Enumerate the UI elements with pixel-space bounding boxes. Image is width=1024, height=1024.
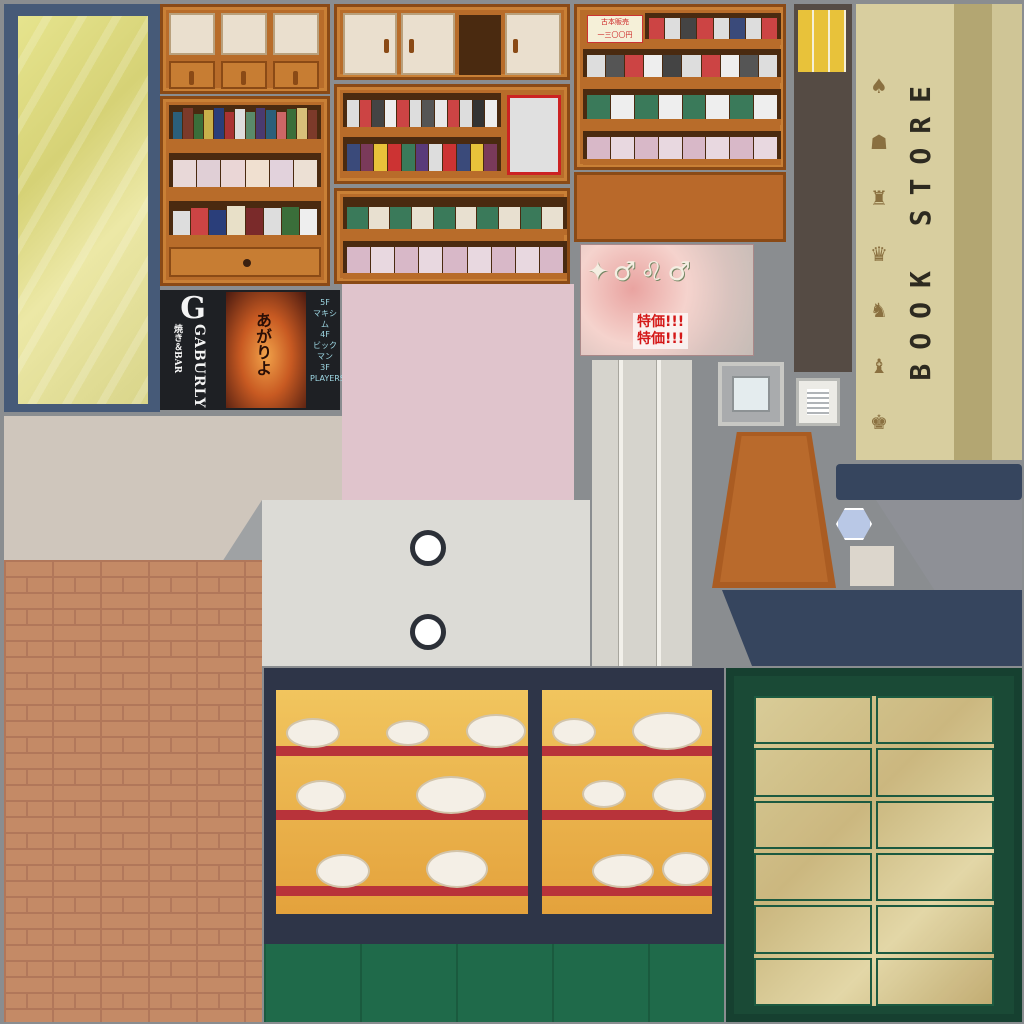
display-pane-left xyxy=(276,690,528,914)
brand-initial: G xyxy=(180,291,206,326)
sale-line: 特価!!! xyxy=(637,314,685,330)
drawer xyxy=(273,61,319,89)
book-store-text: BOOK STORE xyxy=(904,72,937,381)
round-lamp xyxy=(410,614,446,650)
shelf-row xyxy=(583,49,781,83)
directory-tenant: ビックマン xyxy=(313,341,337,361)
window-glass xyxy=(18,16,148,404)
price-tag-card: 古本販売 一三〇〇円 xyxy=(587,15,643,43)
green-shop-window xyxy=(726,668,1022,1022)
cabinet-top-middle xyxy=(334,4,570,80)
chess-icon: ♛ xyxy=(870,242,888,266)
cabinet-door xyxy=(221,13,267,55)
shelf-row xyxy=(343,241,567,279)
bookshelf-middle-upper xyxy=(334,84,570,184)
green-wood-base xyxy=(264,944,724,1022)
chess-icon: ☗ xyxy=(870,130,888,154)
shelf-row xyxy=(583,89,781,125)
pink-wall xyxy=(342,284,574,500)
sign-band xyxy=(954,4,992,460)
brand-subtitle: 焼き＆BAR xyxy=(172,324,182,374)
shelf-row xyxy=(645,13,781,45)
drawer xyxy=(221,61,267,89)
gaburly-sign: G 焼き＆BAR GABURLY xyxy=(168,291,218,409)
floor-directory: 5F マキシム 4F ビックマン 3F PLAYERS xyxy=(310,298,345,384)
chess-icon: ♚ xyxy=(870,410,888,434)
yellow-glass-window xyxy=(4,4,160,412)
directory-tenant: マキシム xyxy=(313,308,337,329)
cabinet-door xyxy=(169,13,215,55)
window-grid xyxy=(754,696,994,1006)
sale-label: 特価!!! 特価!!! xyxy=(633,313,689,349)
bookshelf-right: 古本販売 一三〇〇円 xyxy=(574,4,786,170)
navy-rail xyxy=(836,464,1022,500)
directory-floor: 4F xyxy=(320,330,330,340)
price-tag-text: 一三〇〇円 xyxy=(597,31,633,39)
chess-icon: ♝ xyxy=(870,354,888,378)
cabinet-top-left xyxy=(160,4,330,94)
directory-floor: 5F xyxy=(320,298,330,307)
round-lamp xyxy=(410,530,446,566)
dark-wall-strip xyxy=(794,4,852,372)
light-box xyxy=(718,362,784,426)
cabinet-door xyxy=(401,13,455,75)
sale-poster: ✦♂♌♂ 特価!!! 特価!!! xyxy=(580,244,754,356)
tag-top-text: 古本販売 xyxy=(601,18,629,26)
brand-name: GABURLY xyxy=(191,324,207,409)
sign-edge xyxy=(992,4,1022,460)
wooden-pedestal xyxy=(712,432,836,588)
sign-icon-column: ♠ ☗ ♜ ♛ ♞ ♝ ♚ xyxy=(870,74,888,434)
bookshelf-middle-lower xyxy=(334,188,570,284)
magazine-cover xyxy=(507,95,561,175)
bookshelf-left xyxy=(160,96,330,286)
drawer xyxy=(169,61,215,89)
cabinet-door xyxy=(343,13,397,75)
shutter-pillar xyxy=(592,360,692,666)
shelf-row xyxy=(169,153,321,193)
chess-icon: ♞ xyxy=(870,298,888,322)
cabinet-door xyxy=(505,13,561,75)
shelf-row xyxy=(583,131,781,165)
bottom-drawer xyxy=(169,247,321,277)
shelf-row xyxy=(169,201,321,241)
lantern-sign: あがりよ xyxy=(226,292,306,408)
wood-panel xyxy=(574,172,786,242)
lantern-text: あがりよ xyxy=(253,312,272,376)
sale-line: 特価!!! xyxy=(637,330,685,347)
poster-symbols: ✦♂♌♂ xyxy=(587,257,695,287)
chess-icon: ♠ xyxy=(870,74,888,98)
sticker-grid xyxy=(798,10,846,72)
grey-slab xyxy=(262,500,590,666)
navy-band xyxy=(722,590,1022,666)
food-display-window xyxy=(264,668,724,944)
shelf-row xyxy=(169,105,321,145)
air-vent xyxy=(796,378,840,426)
shelf-row xyxy=(343,197,567,235)
shelf-row xyxy=(343,93,501,133)
brick-wall xyxy=(4,560,262,1022)
book-store-sign: BOOK STORE ♠ ☗ ♜ ♛ ♞ ♝ ♚ xyxy=(856,4,1022,460)
hexagon-light xyxy=(836,508,872,540)
display-pane-right xyxy=(542,690,712,914)
cabinet-door xyxy=(273,13,319,55)
beige-block xyxy=(850,546,894,586)
chess-icon: ♜ xyxy=(870,186,888,210)
grey-ramp xyxy=(876,500,1022,590)
directory-floor: 3F xyxy=(320,362,330,372)
directory-tenant: PLAYERS xyxy=(310,373,345,383)
shelf-row xyxy=(343,137,501,177)
neon-sign-panel: G 焼き＆BAR GABURLY あがりよ 5F マキシム 4F ビックマン 3… xyxy=(160,290,345,410)
open-shelf xyxy=(459,13,501,75)
